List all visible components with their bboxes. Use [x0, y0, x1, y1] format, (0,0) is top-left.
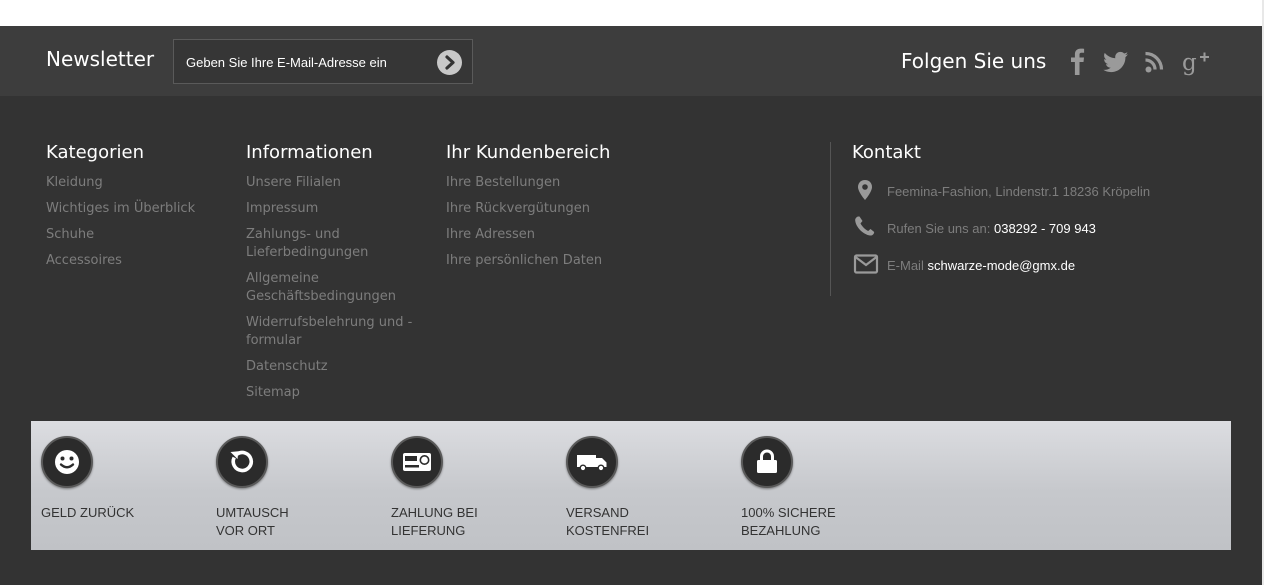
- customer-area-link[interactable]: Ihre Rückvergütungen: [446, 200, 616, 218]
- information-title: Informationen: [246, 142, 373, 163]
- facebook-icon: [1071, 48, 1085, 75]
- lock-icon: [757, 449, 777, 473]
- contact-column: Kontakt: [852, 142, 921, 174]
- information-link[interactable]: Impressum: [246, 200, 416, 218]
- categories-column: Kategorien Kleidung Wichtiges im Überbli…: [46, 142, 216, 278]
- contact-email-address[interactable]: schwarze-mode@gmx.de: [927, 258, 1075, 273]
- badge-label: GELD ZURÜCK: [41, 505, 135, 520]
- newsletter-email-input[interactable]: [186, 52, 431, 72]
- chevron-right-icon: [445, 55, 455, 70]
- contact-title: Kontakt: [852, 142, 921, 163]
- truck-icon: [577, 455, 607, 472]
- category-link[interactable]: Wichtiges im Überblick: [46, 200, 216, 218]
- categories-title: Kategorien: [46, 142, 144, 163]
- badge-label: LIEFERUNG: [391, 523, 466, 538]
- newsletter-bar: Newsletter Folgen Sie uns g: [0, 26, 1262, 96]
- column-divider: [830, 142, 831, 296]
- badge-label: ZAHLUNG BEI: [391, 505, 478, 520]
- customer-area-link[interactable]: Ihre persönlichen Daten: [446, 252, 616, 270]
- customer-area-link[interactable]: Ihre Bestellungen: [446, 174, 616, 192]
- badge-label: VERSAND: [566, 505, 629, 520]
- newsletter-submit-button[interactable]: [437, 50, 462, 75]
- badge-label: 100% SICHERE: [741, 505, 836, 520]
- badge-cash-on-delivery: ZAHLUNG BEI LIEFERUNG: [391, 436, 541, 540]
- badge-circle: [566, 436, 618, 488]
- contact-phone-label: Rufen Sie uns an:: [887, 221, 991, 236]
- information-link[interactable]: Zahlungs- und Lieferbedingungen: [246, 226, 416, 262]
- contact-phone-number[interactable]: 038292 - 709 943: [994, 221, 1096, 236]
- twitter-icon: [1103, 51, 1128, 73]
- contact-address: Feemina-Fashion, Lindenstr.1 18236 Kröpe…: [887, 184, 1151, 199]
- badge-label: UMTAUSCH: [216, 505, 289, 520]
- customer-area-title: Ihr Kundenbereich: [446, 142, 611, 163]
- google-plus-icon: g: [1182, 50, 1209, 76]
- information-link[interactable]: Widerrufsbelehrung und -formular: [246, 314, 416, 350]
- envelope-icon: [853, 254, 879, 274]
- badge-money-back: GELD ZURÜCK: [41, 436, 191, 522]
- svg-text:g: g: [1182, 50, 1197, 76]
- badge-circle: [391, 436, 443, 488]
- rss-icon: [1145, 51, 1164, 73]
- google-plus-link[interactable]: g: [1181, 46, 1211, 76]
- information-link[interactable]: Sitemap: [246, 384, 416, 402]
- customer-area-column: Ihr Kundenbereich Ihre Bestellungen Ihre…: [446, 142, 616, 278]
- category-link[interactable]: Accessoires: [46, 252, 216, 270]
- information-link[interactable]: Datenschutz: [246, 358, 416, 376]
- badge-label: VOR ORT: [216, 523, 275, 538]
- information-link[interactable]: Unsere Filialen: [246, 174, 416, 192]
- category-link[interactable]: Kleidung: [46, 174, 216, 192]
- badge-circle: [41, 436, 93, 488]
- badge-circle: [741, 436, 793, 488]
- refresh-icon: [230, 450, 254, 473]
- badge-label: KOSTENFREI: [566, 523, 650, 538]
- newsletter-title: Newsletter: [46, 47, 155, 71]
- newsletter-field: [173, 39, 473, 84]
- map-marker-icon: [858, 180, 872, 200]
- follow-title: Folgen Sie uns: [901, 49, 1047, 73]
- badge-secure-payment: 100% SICHERE BEZAHLUNG: [741, 436, 891, 540]
- customer-area-link[interactable]: Ihre Adressen: [446, 226, 616, 244]
- payment-card-icon: [403, 453, 431, 471]
- rss-link[interactable]: [1143, 46, 1169, 76]
- information-column: Informationen Unsere Filialen Impressum …: [246, 142, 416, 410]
- badge-free-shipping: VERSAND KOSTENFREI: [566, 436, 716, 540]
- facebook-link[interactable]: [1064, 46, 1092, 76]
- badge-circle: [216, 436, 268, 488]
- smiley-icon: [55, 450, 79, 474]
- top-white-strip: [0, 0, 1262, 26]
- trust-badges-bar: GELD ZURÜCK UMTAUSCH VOR ORT ZAHLUNG BEI L…: [31, 421, 1231, 550]
- phone-icon: [855, 216, 875, 236]
- category-link[interactable]: Schuhe: [46, 226, 216, 244]
- contact-email-label: E-Mail: [887, 258, 924, 273]
- badge-label: BEZAHLUNG: [741, 523, 821, 538]
- twitter-link[interactable]: [1101, 46, 1131, 76]
- badge-exchange: UMTAUSCH VOR ORT: [216, 436, 366, 540]
- information-link[interactable]: Allgemeine Geschäftsbedingungen: [246, 270, 416, 306]
